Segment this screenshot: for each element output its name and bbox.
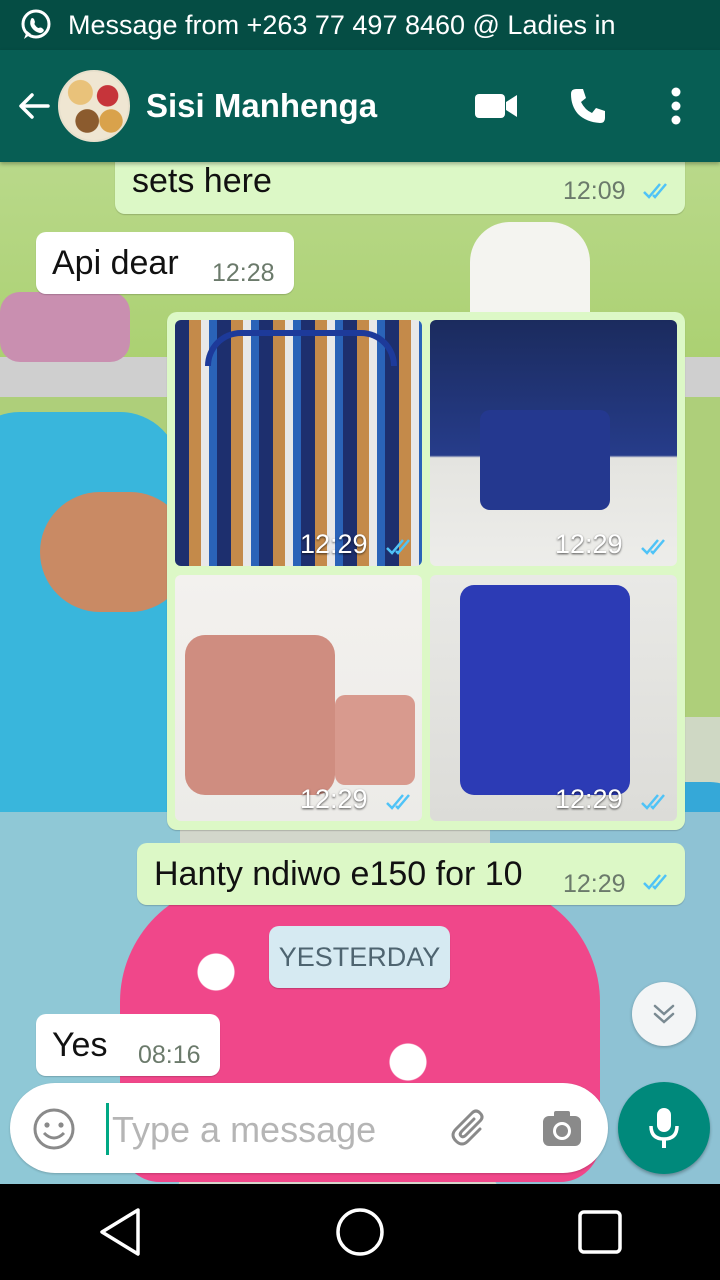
message-text: Yes <box>52 1026 108 1064</box>
message-bubble-outgoing[interactable]: Hanty ndiwo e150 for 10 12:29 <box>137 843 685 905</box>
whatsapp-icon <box>21 9 51 39</box>
microphone-icon <box>649 1108 679 1148</box>
more-options-button[interactable] <box>652 82 700 130</box>
nav-recents-button[interactable] <box>570 1202 630 1262</box>
read-ticks-icon <box>643 874 667 890</box>
nav-back-button[interactable] <box>90 1202 150 1262</box>
text-cursor <box>106 1103 109 1155</box>
system-nav-bar <box>0 1184 720 1280</box>
read-ticks-icon <box>641 539 665 555</box>
contact-avatar[interactable] <box>58 70 130 142</box>
read-ticks-icon <box>386 539 410 555</box>
read-ticks-icon <box>641 794 665 810</box>
message-input[interactable] <box>110 1103 434 1157</box>
phone-call-icon <box>571 89 605 123</box>
image-time: 12:29 <box>555 529 623 559</box>
message-text: sets here <box>132 162 272 200</box>
home-circle-icon <box>336 1208 384 1256</box>
message-time: 12:28 <box>212 259 275 287</box>
recents-square-icon <box>578 1210 622 1254</box>
emoji-icon[interactable] <box>32 1107 76 1151</box>
read-ticks-icon <box>643 183 667 199</box>
notification-text: Message from +263 77 497 8460 @ Ladies i… <box>68 9 616 40</box>
message-text: Api dear <box>52 244 179 282</box>
video-call-icon <box>475 94 517 118</box>
nav-home-button[interactable] <box>330 1202 390 1262</box>
voice-message-button[interactable] <box>618 1082 710 1174</box>
wallpaper-shelf-items <box>0 292 130 362</box>
back-triangle-icon <box>100 1208 140 1256</box>
message-time: 12:09 <box>563 177 626 205</box>
scroll-to-bottom-button[interactable] <box>632 982 696 1046</box>
back-arrow-icon[interactable] <box>14 86 54 126</box>
message-text: Hanty ndiwo e150 for 10 <box>154 855 523 893</box>
double-chevron-down-icon <box>653 1004 675 1024</box>
attach-icon[interactable] <box>450 1107 494 1151</box>
bag-body-shape <box>335 695 415 785</box>
image-album-bubble[interactable]: 12:29 12:29 12:29 12:29 <box>167 312 685 830</box>
bag-body-shape <box>460 585 630 795</box>
image-thumbnail[interactable]: 12:29 <box>430 575 677 821</box>
message-time: 08:16 <box>138 1041 201 1069</box>
message-bubble-incoming[interactable]: Api dear 12:28 <box>36 232 294 294</box>
bag-handle-shape <box>205 330 397 366</box>
bag-body-shape <box>185 635 335 795</box>
more-vert-icon <box>671 87 681 125</box>
image-time: 12:29 <box>555 784 623 814</box>
message-time: 12:29 <box>563 870 626 898</box>
chat-header: Sisi Manhenga <box>0 50 720 162</box>
contact-name[interactable]: Sisi Manhenga <box>146 87 472 125</box>
image-time: 12:29 <box>300 529 368 559</box>
read-ticks-icon <box>386 794 410 810</box>
video-call-button[interactable] <box>472 82 520 130</box>
notification-bar[interactable]: Message from +263 77 497 8460 @ Ladies i… <box>0 0 720 50</box>
image-thumbnail[interactable]: 12:29 <box>175 575 422 821</box>
bag-body-shape <box>480 410 610 510</box>
camera-icon[interactable] <box>540 1107 584 1151</box>
date-divider: YESTERDAY <box>269 926 450 988</box>
image-time: 12:29 <box>300 784 368 814</box>
image-thumbnail[interactable]: 12:29 <box>175 320 422 566</box>
image-thumbnail[interactable]: 12:29 <box>430 320 677 566</box>
message-bubble-incoming[interactable]: Yes 08:16 <box>36 1014 220 1076</box>
voice-call-button[interactable] <box>564 82 612 130</box>
message-composer <box>10 1083 608 1173</box>
